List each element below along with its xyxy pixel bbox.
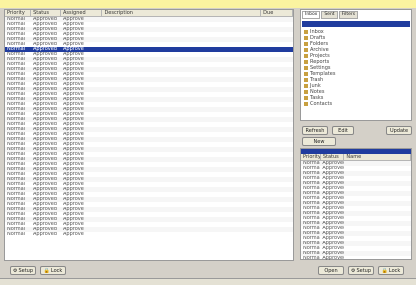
lock-button[interactable]: 🔒 Lock — [40, 266, 66, 275]
folder-icon — [304, 30, 308, 34]
top-banner — [0, 0, 416, 8]
table-cell: Approve — [63, 232, 84, 237]
column-header-status[interactable]: Status — [31, 10, 61, 16]
new-label: New — [313, 138, 325, 145]
column-header-name-right[interactable]: Name — [344, 154, 411, 160]
lock-label-right: Lock — [388, 267, 401, 274]
table-cell: Normal — [7, 232, 26, 237]
column-header-assigned[interactable]: Assigned — [61, 10, 103, 16]
refresh-label: Refresh — [305, 127, 325, 134]
column-header-priority[interactable]: Priority — [5, 10, 32, 16]
folder-icon — [304, 84, 308, 88]
folder-title-bar — [302, 21, 410, 27]
folder-icon — [304, 102, 308, 106]
table-cell — [103, 232, 267, 237]
status-bar — [0, 278, 416, 285]
setup-icon: ⚙ — [12, 267, 18, 274]
folder-tree: Inbox Drafts Folders Archive Projects Reports… — [301, 29, 411, 107]
message-list-body: NormalApprovedNormalApprovedNormalApprov… — [301, 161, 411, 261]
message-list: Priority Status Name NormalApprovedNorma… — [300, 148, 412, 261]
folder-icon — [304, 78, 308, 82]
folder-icon — [304, 48, 308, 52]
folder-icon — [304, 90, 308, 94]
table-cell: Approved — [33, 232, 57, 237]
update-button[interactable]: Update — [386, 126, 412, 135]
lock-button-right[interactable]: 🔒 Lock — [378, 266, 404, 275]
edit-label: Edit — [338, 127, 348, 134]
folder-tree-item[interactable]: Contacts — [301, 101, 411, 107]
folder-panel: Inbox Sent Filters Inbox Drafts Folders Arc… — [300, 9, 412, 121]
setup-label: Setup — [18, 267, 34, 274]
setup-icon: ⚙ — [350, 267, 356, 274]
main-table-body: Normal Approved Approve Normal Approved Appro… — [5, 17, 293, 237]
folder-icon — [304, 42, 308, 46]
list-cell: Approved — [322, 256, 344, 261]
tab-filters[interactable]: Filters — [338, 11, 359, 19]
folder-icon — [304, 36, 308, 40]
setup-label-right: Setup — [356, 267, 372, 274]
tab-sent[interactable]: Sent — [321, 11, 338, 19]
open-button[interactable]: Open — [318, 266, 344, 275]
setup-button-right[interactable]: ⚙ Setup — [348, 266, 374, 275]
update-label: Update — [389, 127, 409, 134]
column-header-description[interactable]: Description — [102, 10, 262, 16]
list-cell: Normal — [303, 256, 321, 261]
new-button[interactable]: New — [302, 137, 336, 146]
folder-label: Contacts — [310, 101, 333, 107]
lock-label: Lock — [50, 267, 63, 274]
list-item[interactable]: NormalApproved — [301, 256, 411, 261]
folder-icon — [304, 60, 308, 64]
folder-tabs: Inbox Sent Filters — [301, 10, 411, 20]
setup-button[interactable]: ⚙ Setup — [10, 266, 36, 275]
column-header-priority-right[interactable]: Priority — [301, 154, 321, 160]
folder-icon — [304, 72, 308, 76]
column-header-due[interactable]: Due — [261, 10, 294, 16]
lock-icon: 🔒 — [43, 267, 50, 274]
column-header-status-right[interactable]: Status — [321, 154, 345, 160]
open-label: Open — [324, 267, 338, 274]
refresh-button[interactable]: Refresh — [302, 126, 328, 135]
folder-icon — [304, 66, 308, 70]
tab-inbox[interactable]: Inbox — [302, 11, 321, 19]
lock-icon: 🔒 — [381, 267, 388, 274]
main-table: Priority Status Assigned Description Due… — [4, 9, 294, 261]
table-row[interactable]: Normal Approved Approve — [5, 232, 293, 237]
list-cell — [344, 256, 411, 261]
message-list-header: Priority Status Name — [301, 154, 411, 161]
folder-icon — [304, 54, 308, 58]
main-table-header: Priority Status Assigned Description Due — [5, 10, 294, 17]
edit-button[interactable]: Edit — [332, 126, 354, 135]
folder-icon — [304, 96, 308, 100]
